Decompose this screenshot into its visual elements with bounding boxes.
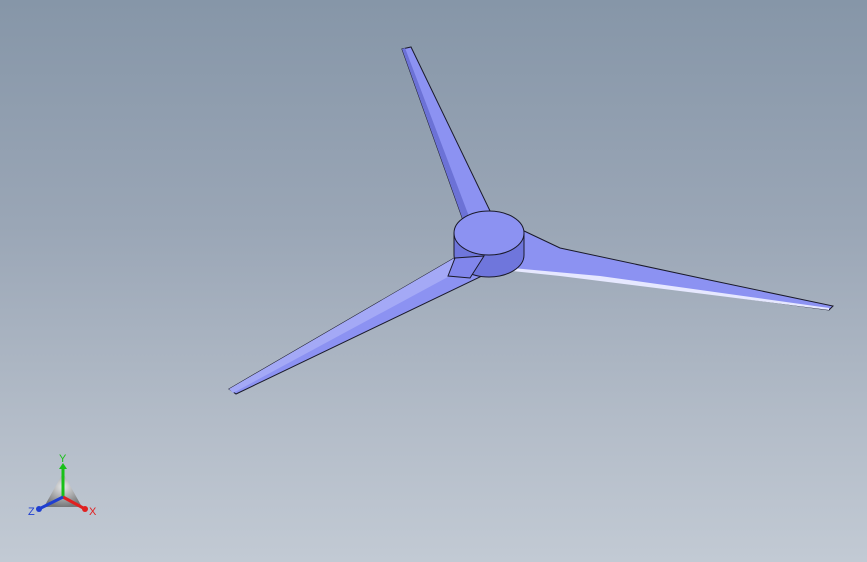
- rotor-blade-upper[interactable]: [401, 46, 493, 221]
- z-axis-end-icon: [36, 506, 42, 512]
- rotor-blade-left-shadow: [229, 253, 470, 393]
- y-axis-label: Y: [59, 453, 67, 465]
- axis-triad: Y X Z: [28, 453, 97, 518]
- graphics-viewport[interactable]: Y X Z: [0, 0, 867, 562]
- rotor-blade-upper-shadow: [402, 48, 470, 220]
- rotor-blade-right[interactable]: [511, 229, 835, 311]
- x-axis-label: X: [89, 506, 97, 518]
- z-axis-label: Z: [28, 506, 35, 518]
- rotor-hub-top[interactable]: [453, 210, 525, 256]
- x-axis-end-icon: [82, 506, 88, 512]
- wind-turbine-rotor-model[interactable]: [0, 0, 867, 562]
